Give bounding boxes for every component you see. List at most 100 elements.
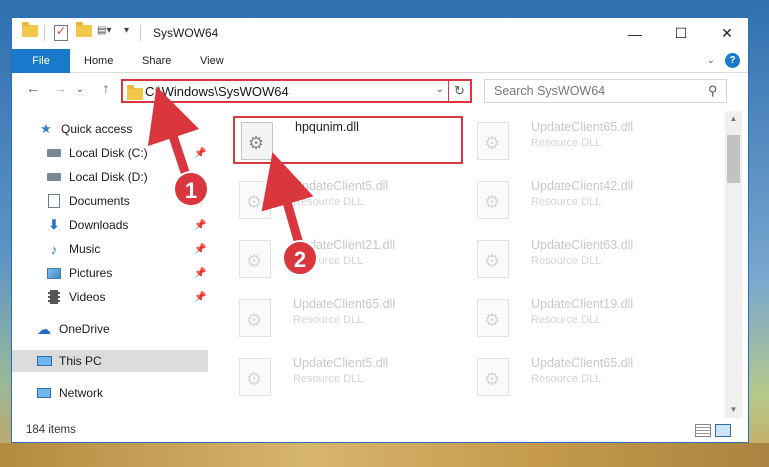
file-type: Resource DLL bbox=[531, 196, 602, 208]
address-dropdown-icon[interactable]: ⌄ bbox=[436, 84, 444, 95]
music-icon: ♪ bbox=[50, 241, 58, 257]
file-item[interactable]: ⚙ UpdateClient65.dll Resource DLL bbox=[471, 118, 701, 166]
pictures-icon bbox=[46, 265, 62, 281]
sidebar-item-label: Music bbox=[69, 242, 101, 256]
sidebar-item-label: Pictures bbox=[69, 266, 113, 280]
dll-file-icon: ⚙ bbox=[241, 122, 273, 160]
folder-icon bbox=[127, 85, 143, 100]
file-name: UpdateClient65.dll bbox=[531, 356, 634, 370]
address-path[interactable]: C:\Windows\SysWOW64 bbox=[145, 84, 289, 99]
sidebar-item-label: OneDrive bbox=[59, 322, 110, 336]
maximize-button[interactable]: ☐ bbox=[658, 18, 704, 49]
properties-icon[interactable] bbox=[54, 24, 68, 41]
minimize-button[interactable]: — bbox=[612, 18, 658, 49]
disk-icon bbox=[46, 145, 62, 161]
scroll-up-arrow-icon[interactable]: ▲ bbox=[725, 111, 742, 127]
pin-icon[interactable]: 📌 bbox=[194, 220, 206, 231]
documents-icon bbox=[46, 193, 62, 209]
dll-file-icon: ⚙ bbox=[477, 181, 509, 219]
sidebar-item-local-disk-c[interactable]: Local Disk (C:) 📌 bbox=[12, 142, 208, 164]
search-icon: ⚲ bbox=[708, 83, 718, 98]
help-icon[interactable]: ? bbox=[725, 53, 740, 68]
file-type: Resource DLL bbox=[293, 373, 364, 385]
rename-icon[interactable]: ▤▾ bbox=[97, 25, 111, 36]
file-type: Resource DLL bbox=[293, 314, 364, 326]
pin-icon[interactable]: 📌 bbox=[194, 244, 206, 255]
close-button[interactable]: ✕ bbox=[704, 18, 748, 49]
file-item[interactable]: ⚙ UpdateClient19.dll Resource DLL bbox=[471, 295, 701, 343]
download-icon: ⬇ bbox=[48, 217, 60, 232]
scroll-down-arrow-icon[interactable]: ▼ bbox=[725, 402, 742, 418]
sidebar-item-this-pc[interactable]: This PC bbox=[12, 350, 208, 372]
file-type: Resource DLL bbox=[293, 196, 364, 208]
file-type: Resource DLL bbox=[531, 314, 602, 326]
file-item[interactable]: ⚙ UpdateClient65.dll Resource DLL bbox=[233, 295, 463, 343]
dll-file-icon: ⚙ bbox=[477, 358, 509, 396]
search-input[interactable]: Search SysWOW64 ⚲ bbox=[484, 79, 727, 103]
desktop-background-bottom bbox=[0, 443, 769, 467]
navigation-pane: ★ Quick access Local Disk (C:) 📌 Local D… bbox=[12, 111, 208, 418]
tab-share[interactable]: Share bbox=[132, 49, 181, 73]
ribbon-tabs: File Home Share View ⌄ ? bbox=[12, 49, 748, 73]
forward-button[interactable]: → bbox=[50, 80, 70, 96]
file-type: Resource DLL bbox=[531, 373, 602, 385]
file-item[interactable]: ⚙ UpdateClient21.dll Resource DLL bbox=[233, 236, 463, 284]
item-count: 184 items bbox=[26, 424, 76, 436]
sidebar-item-music[interactable]: ♪ Music 📌 bbox=[12, 238, 208, 260]
address-bar[interactable]: C:\Windows\SysWOW64 ⌄ ↻ bbox=[121, 79, 472, 103]
dll-file-icon: ⚙ bbox=[477, 240, 509, 278]
dll-file-icon: ⚙ bbox=[239, 358, 271, 396]
customize-toolbar-icon[interactable]: ▾ bbox=[124, 25, 129, 36]
sidebar-item-network[interactable]: Network bbox=[12, 382, 208, 404]
back-button[interactable]: ← bbox=[23, 80, 43, 96]
file-item[interactable]: ⚙ UpdateClient42.dll Resource DLL bbox=[471, 177, 701, 225]
sidebar-item-label: Local Disk (C:) bbox=[69, 146, 148, 160]
sidebar-item-pictures[interactable]: Pictures 📌 bbox=[12, 262, 208, 284]
sidebar-item-label: Local Disk (D:) bbox=[69, 170, 148, 184]
file-item-hpqunim[interactable]: ⚙ hpqunim.dll bbox=[233, 116, 463, 164]
file-item[interactable]: ⚙ UpdateClient5.dll Resource DLL bbox=[233, 177, 463, 225]
file-item[interactable]: ⚙ UpdateClient63.dll Resource DLL bbox=[471, 236, 701, 284]
file-explorer-window: ▤▾ ▾ SysWOW64 — ☐ ✕ File Home Share View… bbox=[11, 17, 749, 443]
navigation-bar: ← → ⌄ ↑ C:\Windows\SysWOW64 ⌄ ↻ Search S… bbox=[12, 76, 748, 106]
sidebar-item-quick-access[interactable]: ★ Quick access bbox=[12, 118, 208, 140]
scroll-thumb[interactable] bbox=[727, 135, 740, 183]
window-title: SysWOW64 bbox=[153, 26, 219, 40]
step-badge-1: 1 bbox=[173, 171, 209, 207]
tab-view[interactable]: View bbox=[190, 49, 234, 73]
network-icon bbox=[36, 385, 52, 401]
up-button[interactable]: ↑ bbox=[96, 80, 116, 96]
videos-icon bbox=[46, 289, 62, 305]
file-name: UpdateClient65.dll bbox=[293, 297, 396, 311]
file-item[interactable]: ⚙ UpdateClient5.dll Resource DLL bbox=[233, 354, 463, 402]
folder-icon bbox=[22, 22, 38, 37]
sidebar-item-videos[interactable]: Videos 📌 bbox=[12, 286, 208, 308]
large-icons-view-icon[interactable] bbox=[715, 424, 731, 437]
vertical-scrollbar[interactable]: ▲ ▼ bbox=[725, 111, 742, 418]
sidebar-item-onedrive[interactable]: ☁ OneDrive bbox=[12, 318, 208, 340]
tab-home[interactable]: Home bbox=[74, 49, 123, 73]
dll-file-icon: ⚙ bbox=[477, 299, 509, 337]
file-name: UpdateClient19.dll bbox=[531, 297, 634, 311]
pin-icon[interactable]: 📌 bbox=[194, 268, 206, 279]
expand-ribbon-icon[interactable]: ⌄ bbox=[707, 55, 715, 66]
desktop-background bbox=[749, 0, 769, 467]
disk-icon bbox=[46, 169, 62, 185]
divider bbox=[44, 25, 45, 41]
file-name: UpdateClient65.dll bbox=[531, 120, 634, 134]
dll-file-icon: ⚙ bbox=[239, 240, 271, 278]
pin-icon[interactable]: 📌 bbox=[194, 148, 206, 159]
pin-icon[interactable]: 📌 bbox=[194, 292, 206, 303]
details-view-icon[interactable] bbox=[695, 424, 711, 437]
tab-file[interactable]: File bbox=[12, 49, 70, 73]
sidebar-item-label: Quick access bbox=[61, 122, 133, 136]
sidebar-item-label: Downloads bbox=[69, 218, 129, 232]
quick-access-toolbar bbox=[22, 22, 38, 37]
sidebar-item-downloads[interactable]: ⬇ Downloads 📌 bbox=[12, 214, 208, 236]
file-item[interactable]: ⚙ UpdateClient65.dll Resource DLL bbox=[471, 354, 701, 402]
divider bbox=[140, 25, 141, 41]
recent-locations-icon[interactable]: ⌄ bbox=[70, 84, 90, 95]
new-folder-icon[interactable] bbox=[76, 22, 92, 37]
refresh-button[interactable]: ↻ bbox=[448, 81, 470, 101]
file-type: Resource DLL bbox=[531, 137, 602, 149]
